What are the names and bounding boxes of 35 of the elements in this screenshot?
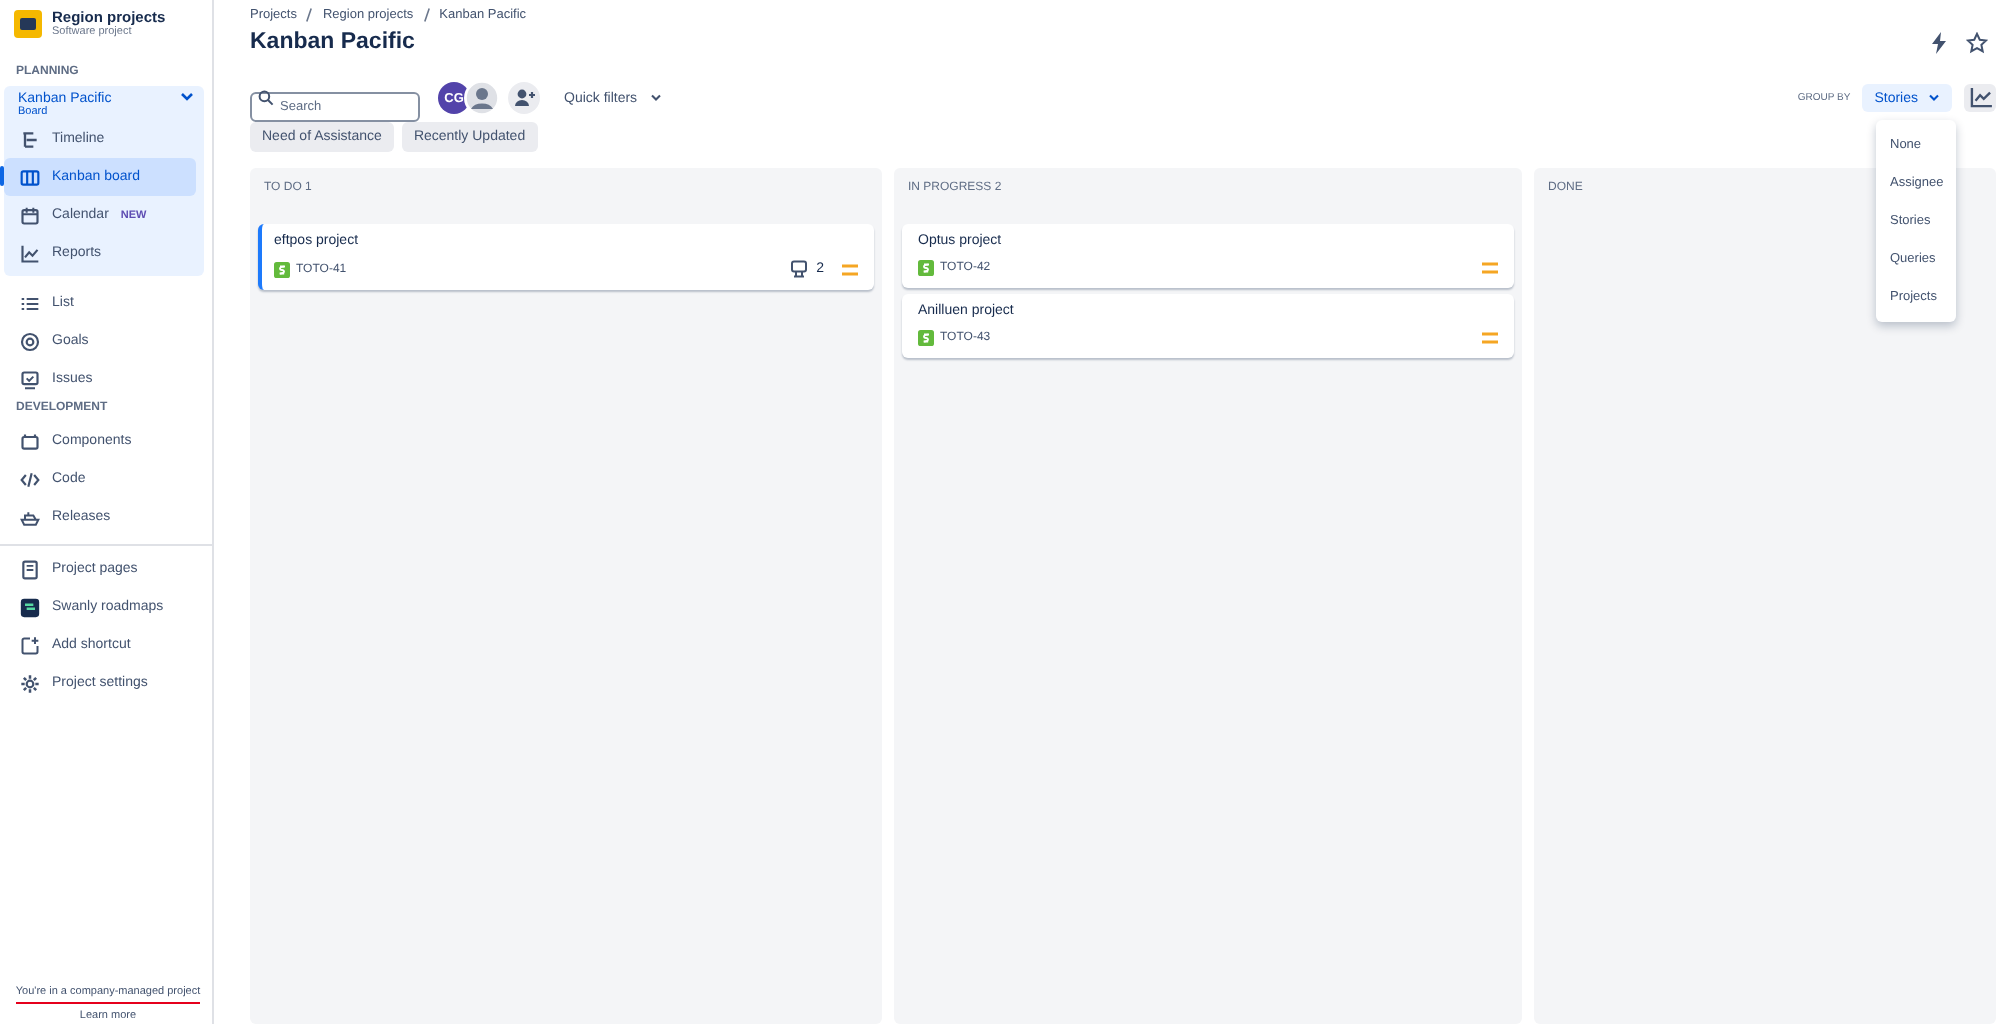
story-icon	[918, 330, 934, 346]
priority-icon	[1482, 332, 1498, 344]
ship-icon	[20, 507, 40, 527]
story-icon	[918, 260, 934, 276]
chart-icon	[1969, 88, 1991, 108]
star-icon[interactable]	[1966, 31, 1988, 53]
story-icon	[274, 261, 290, 277]
monitor-icon	[20, 369, 40, 389]
priority-icon	[1482, 262, 1498, 274]
page-icon	[20, 559, 40, 579]
list-icon	[20, 293, 40, 313]
project-logo-icon	[14, 9, 42, 37]
add-shortcut-icon	[20, 635, 40, 655]
subtask-icon	[790, 260, 809, 278]
calendar-icon	[20, 205, 40, 225]
breadcrumb-separator-icon	[306, 7, 313, 21]
board-title: Kanban Pacific	[250, 30, 415, 54]
priority-icon	[842, 263, 858, 275]
add-person-icon[interactable]	[508, 82, 540, 114]
columns-icon	[20, 167, 40, 187]
chart-icon	[20, 243, 40, 263]
search-icon	[258, 90, 274, 106]
chevron-down-icon	[1928, 94, 1940, 102]
settings-icon	[20, 673, 40, 693]
lightning-icon[interactable]	[1930, 31, 1948, 53]
user-avatar-icon[interactable]	[464, 80, 500, 116]
chevron-down-icon	[180, 92, 194, 102]
breadcrumb-separator-icon	[423, 7, 430, 21]
chevron-down-icon	[649, 94, 662, 102]
code-icon	[20, 469, 40, 489]
insights-button[interactable]	[1964, 84, 1996, 112]
target-icon	[20, 331, 40, 351]
app-icon	[20, 597, 40, 617]
component-icon	[20, 431, 40, 451]
timeline-icon	[20, 129, 40, 149]
